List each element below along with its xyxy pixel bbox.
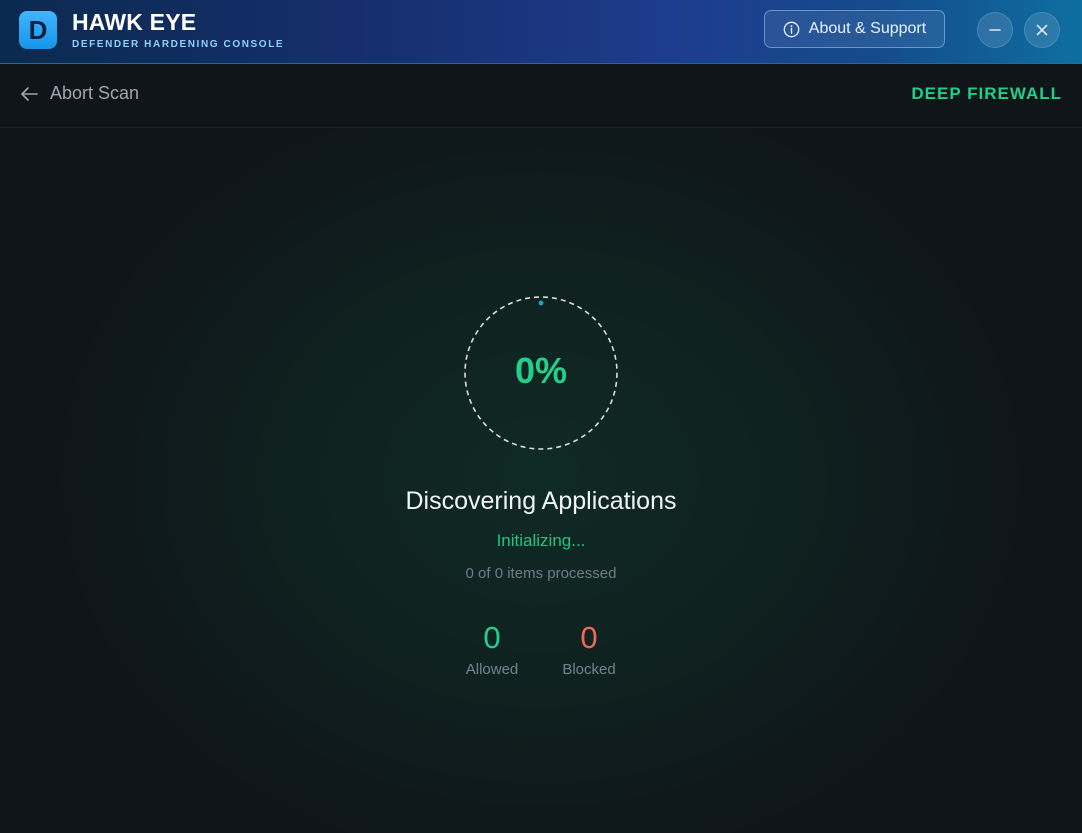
app-logo: D	[19, 11, 57, 49]
about-support-button[interactable]: About & Support	[764, 10, 945, 48]
scan-status: Initializing...	[496, 531, 586, 550]
app-subtitle: DEFENDER HARDENING CONSOLE	[72, 39, 285, 50]
minimize-button[interactable]	[977, 12, 1013, 48]
blocked-count: 0	[580, 620, 598, 655]
allowed-label: Allowed	[465, 661, 519, 678]
info-icon	[783, 21, 800, 38]
blocked-label: Blocked	[562, 661, 616, 678]
scan-header: Abort Scan DEEP FIREWALL	[0, 64, 1082, 128]
allowed-stat: 0 Allowed	[442, 620, 542, 679]
allowed-count: 0	[483, 620, 501, 655]
app-title: HAWK EYE	[72, 9, 197, 35]
blocked-stat: 0 Blocked	[539, 620, 639, 679]
scan-panel: 0% Discovering Applications Initializing…	[0, 128, 1082, 833]
close-icon	[1035, 23, 1049, 37]
close-button[interactable]	[1024, 12, 1060, 48]
app-logo-letter: D	[28, 15, 48, 45]
progress-percent: 0%	[514, 350, 568, 391]
progress-ring-indicator	[538, 300, 544, 306]
scan-title: Discovering Applications	[405, 487, 677, 515]
title-bar: D HAWK EYE DEFENDER HARDENING CONSOLE Ab…	[0, 0, 1082, 64]
arrow-left-icon	[20, 86, 38, 102]
minimize-icon	[988, 23, 1002, 37]
abort-scan-button[interactable]: Abort Scan	[20, 83, 139, 104]
items-processed: 0 of 0 items processed	[465, 565, 617, 582]
abort-scan-label: Abort Scan	[50, 83, 140, 103]
scan-mode-label: DEEP FIREWALL	[911, 84, 1062, 103]
about-support-label: About & Support	[808, 20, 927, 37]
